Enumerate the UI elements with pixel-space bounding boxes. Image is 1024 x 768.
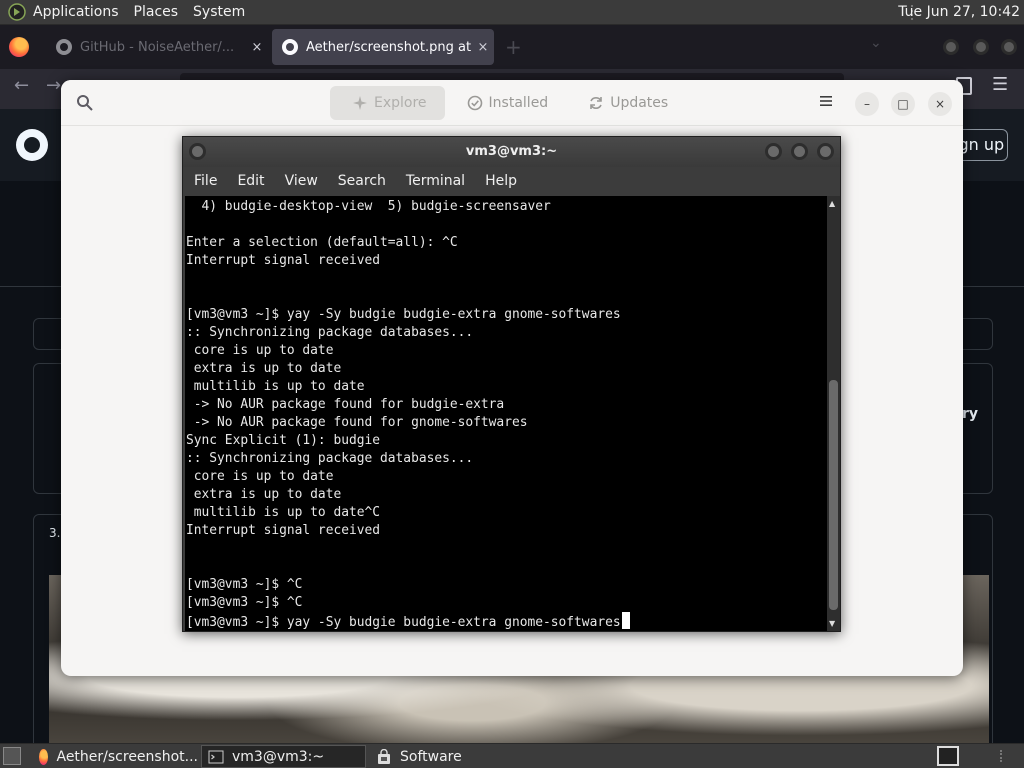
system-menu[interactable]: System xyxy=(193,4,245,20)
tab-updates[interactable]: Updates xyxy=(566,86,686,120)
menu-edit[interactable]: Edit xyxy=(237,173,264,189)
software-close-button[interactable]: × xyxy=(928,92,952,116)
firefox-icon xyxy=(39,748,49,765)
applications-menu[interactable]: Applications xyxy=(33,4,119,20)
software-bag-icon xyxy=(378,748,390,764)
terminal-menubar: File Edit View Search Terminal Help xyxy=(183,167,840,195)
terminal-line: multilib is up to date xyxy=(186,379,365,394)
task-terminal[interactable]: vm3@vm3:~ xyxy=(201,745,366,768)
tab-installed[interactable]: Installed xyxy=(445,86,567,120)
scroll-down-arrow-icon[interactable]: ▼ xyxy=(829,619,835,628)
terminal-line: extra is up to date xyxy=(186,487,342,502)
terminal-line: :: Synchronizing package databases... xyxy=(186,325,474,340)
close-tab-icon[interactable]: × xyxy=(472,40,494,55)
clock[interactable]: Tue Jun 27, 10:42 xyxy=(898,4,1020,20)
terminal-icon xyxy=(208,750,224,763)
mate-logo-icon[interactable] xyxy=(8,3,26,21)
file-line-count: 3. xyxy=(49,526,61,540)
terminal-line: Interrupt signal received xyxy=(186,523,381,538)
browser-tab-screenshot[interactable]: Aether/screenshot.png at s × xyxy=(272,29,494,65)
browser-minimize-button[interactable] xyxy=(943,39,959,55)
top-panel: Applications Places System Tue Jun 27, 1… xyxy=(0,0,1024,25)
new-tab-icon[interactable]: + xyxy=(505,35,522,59)
terminal-line: :: Synchronizing package databases... xyxy=(186,451,474,466)
tab-explore[interactable]: Explore xyxy=(330,86,445,120)
terminal-line: -> No AUR package found for budgie-extra xyxy=(186,397,505,412)
terminal-line: Enter a selection (default=all): ^C xyxy=(186,235,458,250)
software-view-switcher: Explore Installed Updates xyxy=(330,86,686,120)
task-label: Software xyxy=(400,748,462,765)
software-minimize-button[interactable]: – xyxy=(855,92,879,116)
task-label: vm3@vm3:~ xyxy=(232,748,325,765)
list-tabs-chevron-icon[interactable]: ⌄ xyxy=(870,35,882,51)
workspace-switcher[interactable] xyxy=(937,746,959,766)
terminal-line: multilib is up to date^C xyxy=(186,505,381,520)
terminal-cursor xyxy=(621,612,630,629)
menu-search[interactable]: Search xyxy=(338,173,386,189)
terminal-minimize-button[interactable] xyxy=(765,143,782,160)
software-maximize-button[interactable]: □ xyxy=(891,92,915,116)
task-label: Aether/screenshot... xyxy=(56,748,198,765)
places-menu[interactable]: Places xyxy=(134,4,179,20)
explore-icon xyxy=(353,96,367,110)
browser-maximize-button[interactable] xyxy=(973,39,989,55)
terminal-scrollbar[interactable]: ▲ ▼ xyxy=(827,196,840,631)
browser-tab-bar: GitHub - NoiseAether/... × Aether/screen… xyxy=(0,25,1024,69)
menu-terminal[interactable]: Terminal xyxy=(406,173,465,189)
menu-file[interactable]: File xyxy=(194,173,217,189)
github-favicon-icon xyxy=(56,39,72,55)
menu-view[interactable]: View xyxy=(285,173,318,189)
scrollbar-thumb[interactable] xyxy=(829,380,838,610)
tray-separator xyxy=(1000,750,1014,762)
browser-tab-github[interactable]: GitHub - NoiseAether/... × xyxy=(46,29,268,65)
terminal-line: core is up to date xyxy=(186,469,334,484)
terminal-line: [vm3@vm3 ~]$ ^C xyxy=(186,595,303,610)
main-menu-icon[interactable] xyxy=(819,94,833,108)
terminal-output[interactable]: 4) budgie-desktop-view 5) budgie-screens… xyxy=(185,196,827,631)
tab-updates-label: Updates xyxy=(610,95,669,111)
terminal-line: Sync Explicit (1): budgie xyxy=(186,433,381,448)
back-arrow-icon[interactable]: ← xyxy=(14,75,29,96)
browser-close-button[interactable] xyxy=(1001,39,1017,55)
terminal-line: 4) budgie-desktop-view 5) budgie-screens… xyxy=(186,199,551,214)
terminal-close-button[interactable] xyxy=(817,143,834,160)
firefox-icon[interactable] xyxy=(9,37,29,57)
task-firefox[interactable]: Aether/screenshot... xyxy=(33,745,198,768)
menu-help[interactable]: Help xyxy=(485,173,517,189)
terminal-line: Interrupt signal received xyxy=(186,253,381,268)
partial-text: ry xyxy=(962,406,979,422)
github-favicon-icon xyxy=(282,39,298,55)
terminal-line: -> No AUR package found for gnome-softwa… xyxy=(186,415,528,430)
close-tab-icon[interactable]: × xyxy=(246,40,268,55)
terminal-text: 4) budgie-desktop-view 5) budgie-screens… xyxy=(186,198,630,631)
scroll-up-arrow-icon[interactable]: ▲ xyxy=(829,199,835,208)
forward-arrow-icon[interactable]: → xyxy=(46,75,61,96)
terminal-current-line: [vm3@vm3 ~]$ yay -Sy budgie budgie-extra… xyxy=(186,615,621,630)
terminal-maximize-button[interactable] xyxy=(791,143,808,160)
tab-title: GitHub - NoiseAether/... xyxy=(80,39,235,55)
terminal-line: [vm3@vm3 ~]$ yay -Sy budgie budgie-extra… xyxy=(186,307,621,322)
terminal-titlebar[interactable]: vm3@vm3:~ xyxy=(183,137,840,167)
search-icon[interactable] xyxy=(76,94,94,112)
terminal-line: core is up to date xyxy=(186,343,334,358)
show-desktop-icon[interactable] xyxy=(3,747,21,765)
tab-installed-label: Installed xyxy=(488,95,549,111)
installed-check-icon xyxy=(467,95,482,111)
bottom-panel: Aether/screenshot... vm3@vm3:~ Software xyxy=(0,743,1024,768)
updates-refresh-icon xyxy=(590,97,603,109)
software-header-bar: Explore Installed Updates – □ × xyxy=(61,80,963,126)
terminal-title: vm3@vm3:~ xyxy=(465,144,558,159)
task-software[interactable]: Software xyxy=(370,745,535,768)
terminal-window: vm3@vm3:~ File Edit View Search Terminal… xyxy=(182,136,841,632)
tab-explore-label: Explore xyxy=(374,95,427,111)
tab-title: Aether/screenshot.png at s xyxy=(306,39,472,55)
github-logo-icon[interactable] xyxy=(16,129,48,161)
hamburger-menu-icon[interactable]: ☰ xyxy=(992,74,1008,95)
terminal-line: [vm3@vm3 ~]$ ^C xyxy=(186,577,303,592)
terminal-line: extra is up to date xyxy=(186,361,342,376)
